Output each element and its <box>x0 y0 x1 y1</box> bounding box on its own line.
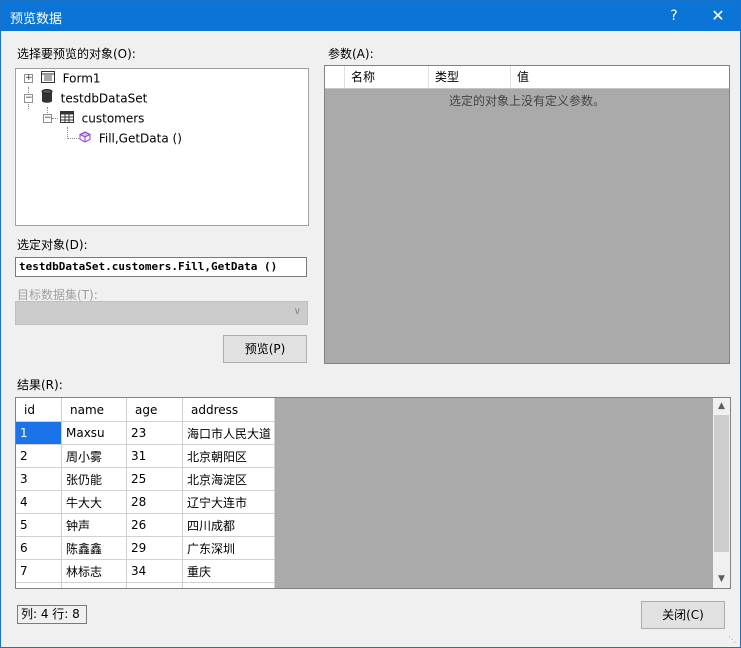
params-header: 名称 类型 值 <box>325 66 729 89</box>
table-cell[interactable]: 28 <box>126 490 183 514</box>
table-cell[interactable]: 四川成都 <box>182 513 275 537</box>
tree-node-label: customers <box>81 111 145 126</box>
close-window-button[interactable]: ✕ <box>701 1 735 31</box>
tree-node-testdbdataset[interactable]: − testdbDataSet <box>24 89 147 107</box>
table-cell[interactable]: 6 <box>16 536 62 560</box>
title-bar[interactable]: 预览数据 ? ✕ <box>1 1 740 31</box>
selected-object-field[interactable]: testdbDataSet.customers.Fill,GetData () <box>15 257 307 277</box>
results-col-address[interactable]: address <box>182 398 275 422</box>
table-cell[interactable]: 23 <box>126 421 183 445</box>
scroll-thumb[interactable] <box>714 415 729 552</box>
table-row[interactable]: 1 Maxsu 23 海口市人民大道 <box>16 421 275 445</box>
params-label: 参数(A): <box>328 47 374 61</box>
status-counter: 列: 4 行: 8 <box>17 605 87 624</box>
database-icon <box>41 89 53 108</box>
tree-node-label: testdbDataSet <box>60 91 148 106</box>
scroll-up-icon[interactable]: ▲ <box>713 398 730 415</box>
table-cell[interactable]: 4 <box>16 490 62 514</box>
tree-node-label: Form1 <box>62 71 101 86</box>
table-cell[interactable]: 29 <box>126 536 183 560</box>
tree-node-form1[interactable]: + Form1 <box>24 69 101 87</box>
table-cell[interactable]: 26 <box>126 513 183 537</box>
table-cell[interactable]: 张仍能 <box>61 467 127 491</box>
table-cell[interactable]: 周小雾 <box>61 444 127 468</box>
results-table: id name age address 1 Maxsu 23 海口市人民大道 2… <box>16 398 275 588</box>
scroll-down-icon[interactable]: ▼ <box>713 571 730 588</box>
results-col-name[interactable]: name <box>61 398 127 422</box>
object-tree[interactable]: + Form1 − testdbDataSet − customers Fill… <box>15 68 309 226</box>
table-row[interactable]: 6 陈鑫鑫 29 广东深圳 <box>16 536 275 560</box>
table-cell[interactable]: 海口市人民大道 <box>182 421 275 445</box>
form-icon <box>40 70 55 88</box>
table-cell[interactable] <box>16 582 62 588</box>
table-cell[interactable]: 31 <box>126 444 183 468</box>
results-grid[interactable]: id name age address 1 Maxsu 23 海口市人民大道 2… <box>15 397 731 589</box>
preview-button[interactable]: 预览(P) <box>223 335 307 363</box>
table-cell[interactable]: Maxsu <box>61 421 127 445</box>
params-col-name[interactable]: 名称 <box>345 66 429 88</box>
preview-data-dialog: 预览数据 ? ✕ 选择要预览的对象(O): + Form1 − testdbDa… <box>0 0 741 648</box>
results-header-row: id name age address <box>16 398 275 422</box>
collapse-icon[interactable]: − <box>43 114 52 123</box>
chevron-down-icon: ∨ <box>293 306 301 317</box>
params-col-value[interactable]: 值 <box>511 66 729 88</box>
table-row[interactable]: 2 周小雾 31 北京朝阳区 <box>16 444 275 468</box>
table-cell[interactable]: 林标志 <box>61 559 127 583</box>
table-cell[interactable]: 34 <box>126 559 183 583</box>
table-cell[interactable]: 25 <box>126 467 183 491</box>
table-cell[interactable]: 1 <box>16 421 62 445</box>
params-empty-message: 选定的对象上没有定义参数。 <box>448 94 605 108</box>
table-cell[interactable] <box>61 582 127 588</box>
help-button[interactable]: ? <box>657 1 691 31</box>
table-icon <box>59 110 74 128</box>
target-dataset-select[interactable]: ∨ <box>15 301 308 325</box>
params-grid[interactable]: 名称 类型 值 选定的对象上没有定义参数。 <box>324 65 730 364</box>
objects-label: 选择要预览的对象(O): <box>17 47 136 61</box>
table-cell[interactable]: 牛大大 <box>61 490 127 514</box>
table-row[interactable]: 5 钟声 26 四川成都 <box>16 513 275 537</box>
table-cell[interactable]: 5 <box>16 513 62 537</box>
tree-node-customers[interactable]: − customers <box>43 109 144 127</box>
table-cell[interactable]: 北京海淀区 <box>182 467 275 491</box>
results-label: 结果(R): <box>17 378 63 392</box>
table-cell[interactable]: 钟声 <box>61 513 127 537</box>
table-row[interactable]: 4 牛大大 28 辽宁大连市 <box>16 490 275 514</box>
table-row[interactable]: 7 林标志 34 重庆 <box>16 559 275 583</box>
results-col-age[interactable]: age <box>126 398 183 422</box>
table-cell[interactable]: 广东深圳 <box>182 536 275 560</box>
window-title: 预览数据 <box>10 12 63 27</box>
table-cell[interactable]: 陈鑫鑫 <box>61 536 127 560</box>
table-cell[interactable] <box>182 582 275 588</box>
results-col-id[interactable]: id <box>16 398 62 422</box>
tree-node-fill-getdata[interactable]: Fill,GetData () <box>75 129 182 147</box>
params-col-type[interactable]: 类型 <box>429 66 511 88</box>
table-cell[interactable]: 7 <box>16 559 62 583</box>
params-row-header <box>325 66 345 88</box>
table-row[interactable]: 3 张仍能 25 北京海淀区 <box>16 467 275 491</box>
table-cell[interactable]: 2 <box>16 444 62 468</box>
expand-icon[interactable]: + <box>24 74 33 83</box>
table-row[interactable] <box>16 582 275 588</box>
close-button[interactable]: 关闭(C) <box>641 601 725 629</box>
resize-grip-icon[interactable]: ⋱ <box>728 635 738 645</box>
tree-node-label: Fill,GetData () <box>98 131 182 146</box>
results-scrollbar[interactable]: ▲ ▼ <box>713 398 730 588</box>
table-cell[interactable]: 辽宁大连市 <box>182 490 275 514</box>
table-cell[interactable]: 3 <box>16 467 62 491</box>
table-cell[interactable]: 重庆 <box>182 559 275 583</box>
table-cell[interactable]: 北京朝阳区 <box>182 444 275 468</box>
selected-object-label: 选定对象(D): <box>17 238 88 252</box>
table-cell[interactable] <box>126 582 183 588</box>
method-icon <box>78 130 92 148</box>
collapse-icon[interactable]: − <box>24 94 33 103</box>
